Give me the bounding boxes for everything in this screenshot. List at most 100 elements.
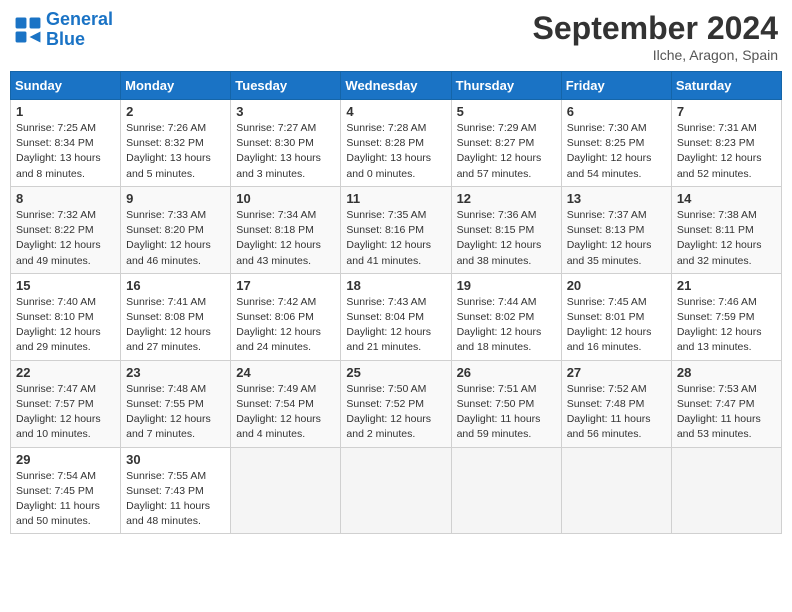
day-number: 16	[126, 278, 225, 293]
day-info: Sunrise: 7:51 AMSunset: 7:50 PMDaylight:…	[457, 383, 541, 441]
day-info: Sunrise: 7:49 AMSunset: 7:54 PMDaylight:…	[236, 383, 321, 441]
day-number: 15	[16, 278, 115, 293]
calendar-row: 22 Sunrise: 7:47 AMSunset: 7:57 PMDaylig…	[11, 360, 782, 447]
calendar-cell: 27 Sunrise: 7:52 AMSunset: 7:48 PMDaylig…	[561, 360, 671, 447]
day-number: 13	[567, 191, 666, 206]
calendar-row: 8 Sunrise: 7:32 AMSunset: 8:22 PMDayligh…	[11, 186, 782, 273]
col-monday: Monday	[121, 72, 231, 100]
calendar-cell: 11 Sunrise: 7:35 AMSunset: 8:16 PMDaylig…	[341, 186, 451, 273]
col-thursday: Thursday	[451, 72, 561, 100]
day-info: Sunrise: 7:40 AMSunset: 8:10 PMDaylight:…	[16, 296, 101, 354]
day-number: 7	[677, 104, 776, 119]
calendar-row: 15 Sunrise: 7:40 AMSunset: 8:10 PMDaylig…	[11, 273, 782, 360]
calendar-cell: 24 Sunrise: 7:49 AMSunset: 7:54 PMDaylig…	[231, 360, 341, 447]
day-number: 27	[567, 365, 666, 380]
day-number: 24	[236, 365, 335, 380]
calendar-cell: 7 Sunrise: 7:31 AMSunset: 8:23 PMDayligh…	[671, 100, 781, 187]
calendar-cell: 22 Sunrise: 7:47 AMSunset: 7:57 PMDaylig…	[11, 360, 121, 447]
calendar-cell: 29 Sunrise: 7:54 AMSunset: 7:45 PMDaylig…	[11, 447, 121, 534]
day-number: 28	[677, 365, 776, 380]
col-wednesday: Wednesday	[341, 72, 451, 100]
header-row: Sunday Monday Tuesday Wednesday Thursday…	[11, 72, 782, 100]
calendar-cell	[341, 447, 451, 534]
calendar-cell: 21 Sunrise: 7:46 AMSunset: 7:59 PMDaylig…	[671, 273, 781, 360]
day-info: Sunrise: 7:44 AMSunset: 8:02 PMDaylight:…	[457, 296, 542, 354]
day-info: Sunrise: 7:26 AMSunset: 8:32 PMDaylight:…	[126, 122, 211, 180]
calendar-cell: 1 Sunrise: 7:25 AMSunset: 8:34 PMDayligh…	[11, 100, 121, 187]
calendar-cell: 12 Sunrise: 7:36 AMSunset: 8:15 PMDaylig…	[451, 186, 561, 273]
logo-text: General Blue	[46, 10, 113, 50]
day-number: 18	[346, 278, 445, 293]
calendar-cell: 17 Sunrise: 7:42 AMSunset: 8:06 PMDaylig…	[231, 273, 341, 360]
day-info: Sunrise: 7:33 AMSunset: 8:20 PMDaylight:…	[126, 209, 211, 267]
day-info: Sunrise: 7:35 AMSunset: 8:16 PMDaylight:…	[346, 209, 431, 267]
day-number: 30	[126, 452, 225, 467]
calendar-cell	[451, 447, 561, 534]
location: Ilche, Aragon, Spain	[533, 47, 778, 63]
day-number: 20	[567, 278, 666, 293]
month-title: September 2024	[533, 10, 778, 47]
day-number: 23	[126, 365, 225, 380]
day-number: 5	[457, 104, 556, 119]
day-info: Sunrise: 7:42 AMSunset: 8:06 PMDaylight:…	[236, 296, 321, 354]
day-number: 4	[346, 104, 445, 119]
col-sunday: Sunday	[11, 72, 121, 100]
day-info: Sunrise: 7:53 AMSunset: 7:47 PMDaylight:…	[677, 383, 761, 441]
calendar-cell: 3 Sunrise: 7:27 AMSunset: 8:30 PMDayligh…	[231, 100, 341, 187]
calendar-cell: 5 Sunrise: 7:29 AMSunset: 8:27 PMDayligh…	[451, 100, 561, 187]
day-info: Sunrise: 7:43 AMSunset: 8:04 PMDaylight:…	[346, 296, 431, 354]
calendar-table: Sunday Monday Tuesday Wednesday Thursday…	[10, 71, 782, 534]
day-info: Sunrise: 7:47 AMSunset: 7:57 PMDaylight:…	[16, 383, 101, 441]
calendar-cell: 20 Sunrise: 7:45 AMSunset: 8:01 PMDaylig…	[561, 273, 671, 360]
day-number: 2	[126, 104, 225, 119]
calendar-cell: 28 Sunrise: 7:53 AMSunset: 7:47 PMDaylig…	[671, 360, 781, 447]
calendar-cell: 18 Sunrise: 7:43 AMSunset: 8:04 PMDaylig…	[341, 273, 451, 360]
day-number: 21	[677, 278, 776, 293]
day-number: 12	[457, 191, 556, 206]
page-header: General Blue September 2024 Ilche, Arago…	[10, 10, 782, 63]
calendar-cell: 10 Sunrise: 7:34 AMSunset: 8:18 PMDaylig…	[231, 186, 341, 273]
calendar-cell	[231, 447, 341, 534]
day-info: Sunrise: 7:36 AMSunset: 8:15 PMDaylight:…	[457, 209, 542, 267]
calendar-cell: 4 Sunrise: 7:28 AMSunset: 8:28 PMDayligh…	[341, 100, 451, 187]
day-number: 3	[236, 104, 335, 119]
calendar-cell: 16 Sunrise: 7:41 AMSunset: 8:08 PMDaylig…	[121, 273, 231, 360]
calendar-cell: 30 Sunrise: 7:55 AMSunset: 7:43 PMDaylig…	[121, 447, 231, 534]
day-info: Sunrise: 7:29 AMSunset: 8:27 PMDaylight:…	[457, 122, 542, 180]
calendar-row: 29 Sunrise: 7:54 AMSunset: 7:45 PMDaylig…	[11, 447, 782, 534]
day-number: 8	[16, 191, 115, 206]
calendar-cell: 26 Sunrise: 7:51 AMSunset: 7:50 PMDaylig…	[451, 360, 561, 447]
day-info: Sunrise: 7:45 AMSunset: 8:01 PMDaylight:…	[567, 296, 652, 354]
day-info: Sunrise: 7:37 AMSunset: 8:13 PMDaylight:…	[567, 209, 652, 267]
calendar-cell: 15 Sunrise: 7:40 AMSunset: 8:10 PMDaylig…	[11, 273, 121, 360]
day-info: Sunrise: 7:46 AMSunset: 7:59 PMDaylight:…	[677, 296, 762, 354]
day-info: Sunrise: 7:41 AMSunset: 8:08 PMDaylight:…	[126, 296, 211, 354]
calendar-cell: 19 Sunrise: 7:44 AMSunset: 8:02 PMDaylig…	[451, 273, 561, 360]
day-info: Sunrise: 7:27 AMSunset: 8:30 PMDaylight:…	[236, 122, 321, 180]
col-saturday: Saturday	[671, 72, 781, 100]
calendar-cell: 8 Sunrise: 7:32 AMSunset: 8:22 PMDayligh…	[11, 186, 121, 273]
day-info: Sunrise: 7:54 AMSunset: 7:45 PMDaylight:…	[16, 470, 100, 528]
day-info: Sunrise: 7:34 AMSunset: 8:18 PMDaylight:…	[236, 209, 321, 267]
day-info: Sunrise: 7:50 AMSunset: 7:52 PMDaylight:…	[346, 383, 431, 441]
col-tuesday: Tuesday	[231, 72, 341, 100]
day-number: 1	[16, 104, 115, 119]
day-info: Sunrise: 7:31 AMSunset: 8:23 PMDaylight:…	[677, 122, 762, 180]
day-info: Sunrise: 7:52 AMSunset: 7:48 PMDaylight:…	[567, 383, 651, 441]
calendar-cell: 25 Sunrise: 7:50 AMSunset: 7:52 PMDaylig…	[341, 360, 451, 447]
day-info: Sunrise: 7:55 AMSunset: 7:43 PMDaylight:…	[126, 470, 210, 528]
day-info: Sunrise: 7:32 AMSunset: 8:22 PMDaylight:…	[16, 209, 101, 267]
day-info: Sunrise: 7:30 AMSunset: 8:25 PMDaylight:…	[567, 122, 652, 180]
logo: General Blue	[14, 10, 113, 50]
day-info: Sunrise: 7:25 AMSunset: 8:34 PMDaylight:…	[16, 122, 101, 180]
calendar-cell: 6 Sunrise: 7:30 AMSunset: 8:25 PMDayligh…	[561, 100, 671, 187]
day-number: 25	[346, 365, 445, 380]
calendar-cell: 13 Sunrise: 7:37 AMSunset: 8:13 PMDaylig…	[561, 186, 671, 273]
calendar-cell: 2 Sunrise: 7:26 AMSunset: 8:32 PMDayligh…	[121, 100, 231, 187]
calendar-cell	[671, 447, 781, 534]
calendar-cell: 9 Sunrise: 7:33 AMSunset: 8:20 PMDayligh…	[121, 186, 231, 273]
col-friday: Friday	[561, 72, 671, 100]
day-number: 6	[567, 104, 666, 119]
day-number: 14	[677, 191, 776, 206]
calendar-cell: 23 Sunrise: 7:48 AMSunset: 7:55 PMDaylig…	[121, 360, 231, 447]
